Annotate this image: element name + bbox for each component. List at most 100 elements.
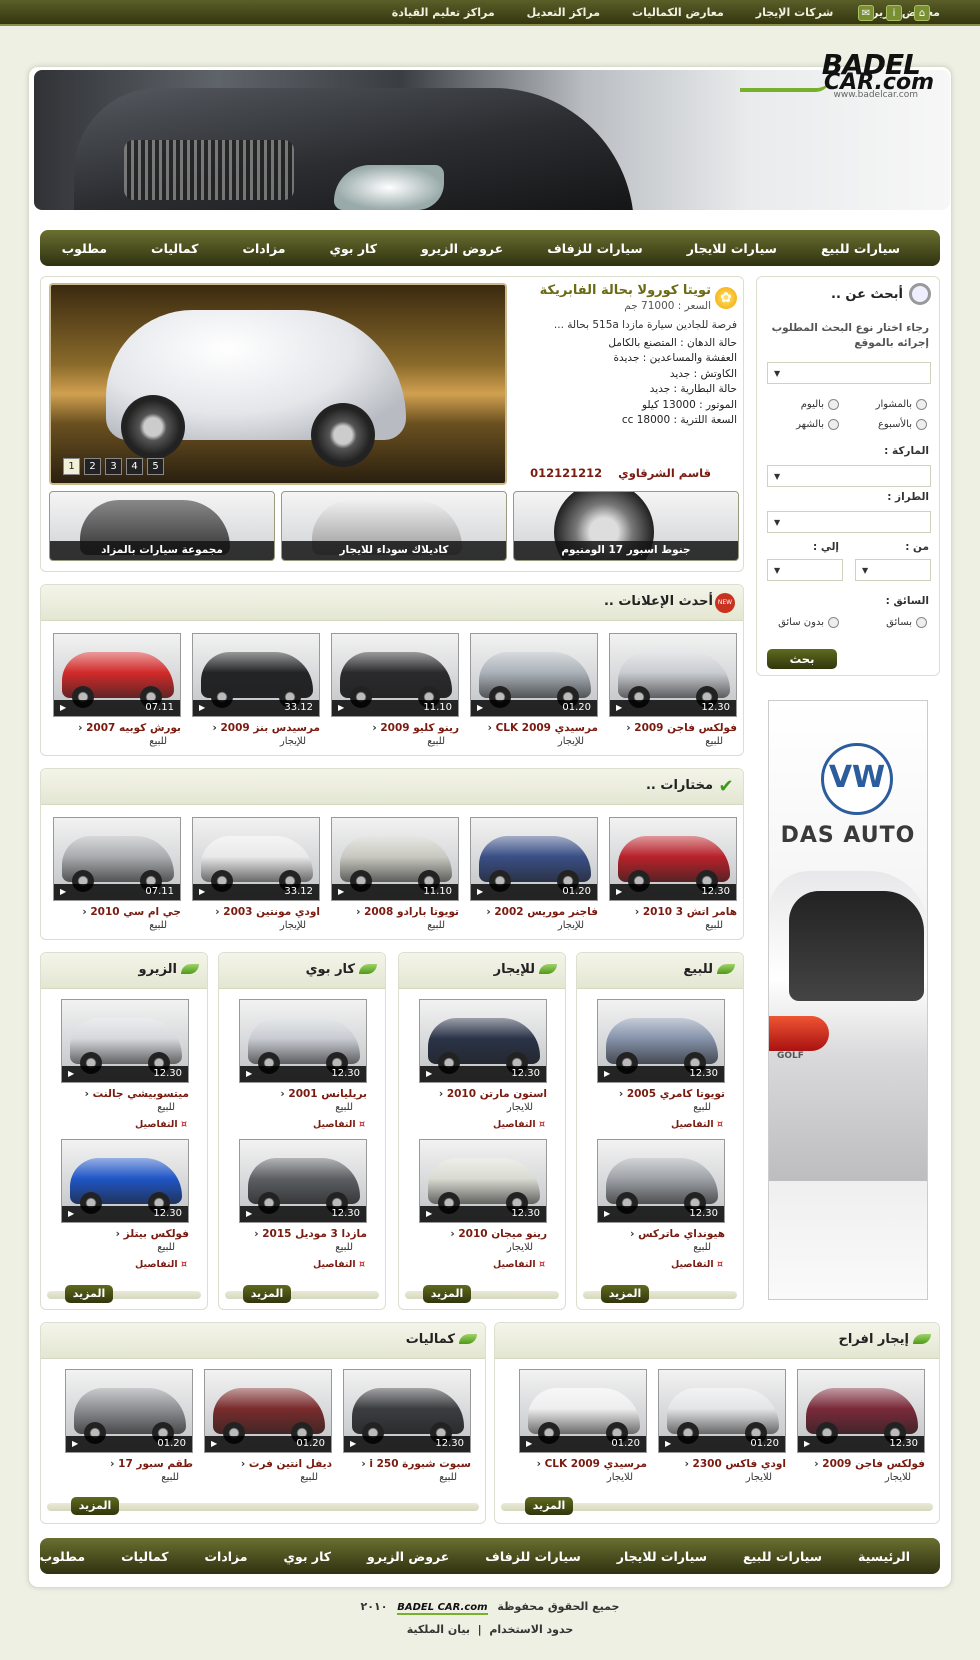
car-thumbnail[interactable]: ▶ 07.11	[53, 633, 181, 717]
play-icon[interactable]: ▶	[426, 1066, 432, 1082]
privacy-link[interactable]: بيان الملكية	[407, 1623, 470, 1636]
brand-select[interactable]: ▼	[767, 465, 931, 487]
car-thumbnail[interactable]: ▶ 01.20	[470, 817, 598, 901]
more-button[interactable]: المزيد	[423, 1285, 471, 1303]
listing-title[interactable]: ديفل انتين فرت	[204, 1458, 332, 1470]
play-icon[interactable]: ▶	[804, 1436, 810, 1452]
search-type-select[interactable]: ▼	[767, 362, 931, 384]
car-listing[interactable]: ▶ 12.30 فولكس فاجن 2009 للبيع	[609, 633, 737, 747]
car-listing[interactable]: ▶ 07.11 بورش كوبيه 2007 للبيع	[53, 633, 181, 747]
car-listing[interactable]: ▶ 12.30 هيونداي ماتركس للبيع التفاصيل	[597, 1139, 725, 1270]
car-thumbnail[interactable]: ▶ 11.10	[331, 817, 459, 901]
listing-title[interactable]: طقم سبور 17	[65, 1458, 193, 1470]
listing-title[interactable]: فولكس فاجن 2009	[797, 1458, 925, 1470]
car-thumbnail[interactable]: ▶ 12.30	[419, 999, 547, 1083]
play-icon[interactable]: ▶	[616, 884, 622, 900]
listing-title[interactable]: مرسيدس بنز 2009	[192, 722, 320, 734]
bottom-nav-sale[interactable]: سيارات للبيع	[743, 1549, 822, 1564]
listing-title[interactable]: فاجنر موريس 2002	[470, 906, 598, 918]
car-thumbnail[interactable]: ▶ 12.30	[61, 1139, 189, 1223]
car-thumbnail[interactable]: ▶ 01.20	[519, 1369, 647, 1453]
to-select[interactable]: ▼	[767, 559, 843, 581]
promo-thumb[interactable]: جنوط اسبور 17 الومنيوم	[513, 491, 739, 561]
search-button[interactable]: بحث	[767, 649, 837, 669]
play-icon[interactable]: ▶	[604, 1206, 610, 1222]
listing-title[interactable]: بريليانس 2001	[239, 1088, 367, 1100]
car-thumbnail[interactable]: ▶ 01.20	[470, 633, 598, 717]
nav-wedding[interactable]: سيارات للزفاف	[547, 241, 642, 256]
listing-title[interactable]: اودي مونتين 2003	[192, 906, 320, 918]
info-icon[interactable]: i	[886, 5, 902, 21]
nav-accessories[interactable]: كماليات	[151, 241, 198, 256]
car-listing[interactable]: ▶ 11.10 تويوتا بارادو 2008 للبيع	[331, 817, 459, 931]
car-listing[interactable]: ▶ 11.10 رينو كليو 2009 للبيع	[331, 633, 459, 747]
nav-carboy[interactable]: كار بوي	[330, 241, 378, 256]
nav-wanted[interactable]: مطلوب	[62, 241, 107, 256]
top-link-rental[interactable]: شركات الإيجار	[756, 0, 834, 26]
car-listing[interactable]: ▶ 12.30 استون مارتن 2010 للايجار التفاصيل	[419, 999, 547, 1130]
terms-link[interactable]: حدود الاستخدام	[489, 1623, 573, 1636]
details-link[interactable]: التفاصيل	[419, 1119, 545, 1130]
listing-title[interactable]: تويوتا كامري 2005	[597, 1088, 725, 1100]
details-link[interactable]: التفاصيل	[419, 1259, 545, 1270]
play-icon[interactable]: ▶	[246, 1066, 252, 1082]
listing-title[interactable]: مازدا 3 موديل 2015	[239, 1228, 367, 1240]
car-listing[interactable]: ▶ 12.30 بريليانس 2001 للبيع التفاصيل	[239, 999, 367, 1130]
nav-zero[interactable]: عروض الزيرو	[421, 241, 503, 256]
pager-5[interactable]: 5	[147, 458, 164, 475]
car-thumbnail[interactable]: ▶ 01.20	[204, 1369, 332, 1453]
play-icon[interactable]: ▶	[68, 1206, 74, 1222]
car-thumbnail[interactable]: ▶ 01.20	[658, 1369, 786, 1453]
play-icon[interactable]: ▶	[477, 700, 483, 716]
pager-4[interactable]: 4	[126, 458, 143, 475]
play-icon[interactable]: ▶	[616, 700, 622, 716]
car-thumbnail[interactable]: ▶ 01.20	[65, 1369, 193, 1453]
listing-title[interactable]: هامر اتش 3 2010	[609, 906, 737, 918]
car-thumbnail[interactable]: ▶ 12.30	[419, 1139, 547, 1223]
radio-without-driver[interactable]: بدون سائق	[778, 617, 839, 628]
home-icon[interactable]: ⌂	[914, 5, 930, 21]
car-listing[interactable]: ▶ 01.20 طقم سبور 17 للبيع	[65, 1369, 193, 1483]
nav-rent[interactable]: سيارات للايجار	[687, 241, 777, 256]
car-listing[interactable]: ▶ 33.12 مرسيدس بنز 2009 للإيجار	[192, 633, 320, 747]
car-thumbnail[interactable]: ▶ 12.30	[609, 633, 737, 717]
pager-3[interactable]: 3	[105, 458, 122, 475]
featured-image[interactable]: 1 2 3 4 5	[49, 283, 507, 485]
mail-icon[interactable]: ✉	[858, 5, 874, 21]
play-icon[interactable]: ▶	[211, 1436, 217, 1452]
listing-title[interactable]: مرسيدي CLK 2009	[519, 1458, 647, 1470]
play-icon[interactable]: ▶	[604, 1066, 610, 1082]
top-link-accessories[interactable]: معارض الكماليات	[632, 0, 724, 26]
bottom-nav-carboy[interactable]: كار بوي	[284, 1549, 332, 1564]
play-icon[interactable]: ▶	[477, 884, 483, 900]
radio-month[interactable]: بالشهر	[796, 419, 839, 430]
play-icon[interactable]: ▶	[350, 1436, 356, 1452]
car-listing[interactable]: ▶ 12.30 تويوتا كامري 2005 للبيع التفاصيل	[597, 999, 725, 1130]
play-icon[interactable]: ▶	[338, 700, 344, 716]
car-listing[interactable]: ▶ 01.20 مرسيدي CLK 2009 للإيجار	[470, 633, 598, 747]
car-thumbnail[interactable]: ▶ 07.11	[53, 817, 181, 901]
car-listing[interactable]: ▶ 12.30 سبوت شبورة 250 i للبيع	[343, 1369, 471, 1483]
car-thumbnail[interactable]: ▶ 11.10	[331, 633, 459, 717]
play-icon[interactable]: ▶	[426, 1206, 432, 1222]
details-link[interactable]: التفاصيل	[597, 1119, 723, 1130]
play-icon[interactable]: ▶	[72, 1436, 78, 1452]
car-thumbnail[interactable]: ▶ 12.30	[597, 1139, 725, 1223]
car-listing[interactable]: ▶ 07.11 جي ام سي 2010 للبيع	[53, 817, 181, 931]
bottom-nav-accessories[interactable]: كماليات	[121, 1549, 168, 1564]
play-icon[interactable]: ▶	[60, 700, 66, 716]
car-listing[interactable]: ▶ 12.30 ميتسوبيشي جالنت للبيع التفاصيل	[61, 999, 189, 1130]
listing-title[interactable]: هيونداي ماتركس	[597, 1228, 725, 1240]
nav-auctions[interactable]: مزادات	[242, 241, 285, 256]
model-select[interactable]: ▼	[767, 511, 931, 533]
car-thumbnail[interactable]: ▶ 12.30	[239, 1139, 367, 1223]
bottom-nav-rent[interactable]: سيارات للايجار	[617, 1549, 707, 1564]
bottom-nav-home[interactable]: الرئيسية	[858, 1549, 910, 1564]
radio-week[interactable]: بالأسبوع	[878, 419, 927, 430]
play-icon[interactable]: ▶	[199, 700, 205, 716]
listing-title[interactable]: فولكس بيتلز	[61, 1228, 189, 1240]
more-button[interactable]: المزيد	[601, 1285, 649, 1303]
vw-advertisement[interactable]: VW DAS AUTO GOLF	[768, 700, 928, 1300]
listing-title[interactable]: جي ام سي 2010	[53, 906, 181, 918]
listing-title[interactable]: مرسيدي CLK 2009	[470, 722, 598, 734]
